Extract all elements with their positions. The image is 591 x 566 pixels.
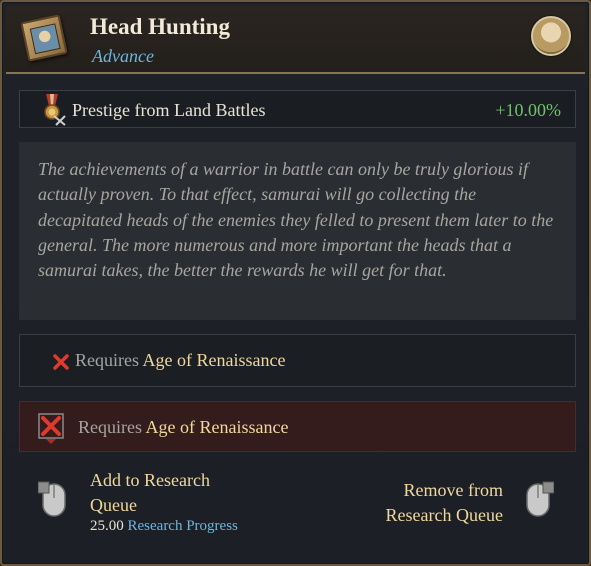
tech-subtitle: Advance xyxy=(92,46,154,66)
advisor-portrait-icon xyxy=(531,16,571,56)
requirement-text: Requires Age of Renaissance xyxy=(78,417,288,438)
requirement-text: Requires Age of Renaissance xyxy=(75,350,285,371)
add-to-queue-line1: Add to Research xyxy=(90,470,210,490)
tooltip-panel: Head Hunting Advance Prestige from Land … xyxy=(0,0,591,566)
x-mark-large-icon xyxy=(38,413,64,444)
remove-from-queue-action[interactable]: Remove from Research Queue xyxy=(386,478,503,528)
research-progress: 25.00 Research Progress xyxy=(90,518,238,535)
add-to-queue-line2: Queue xyxy=(90,495,137,515)
research-progress-label: Research Progress xyxy=(127,518,238,534)
medal-swords-icon xyxy=(44,94,66,126)
right-mouse-button-icon xyxy=(526,481,554,517)
tooltip-header: Head Hunting Advance xyxy=(6,6,585,74)
remove-from-queue-line1: Remove from xyxy=(403,480,503,500)
research-progress-value: 25.00 xyxy=(90,518,124,534)
requirement-prefix: Requires xyxy=(75,350,139,370)
description-text: The achievements of a warrior in battle … xyxy=(38,159,554,281)
requirement-row-highlighted: Requires Age of Renaissance xyxy=(19,401,576,452)
effect-row: Prestige from Land Battles +10.00% xyxy=(19,90,576,128)
x-mark-icon xyxy=(53,354,69,370)
effect-label: Prestige from Land Battles xyxy=(72,100,266,120)
scroll-portrait-icon xyxy=(20,14,68,62)
add-to-queue-action[interactable]: Add to Research Queue xyxy=(90,468,210,518)
left-mouse-button-icon xyxy=(38,481,66,517)
remove-from-queue-line2: Research Queue xyxy=(385,505,503,525)
requirement-prefix: Requires xyxy=(78,417,142,437)
effect-value: +10.00% xyxy=(495,100,561,120)
description-box: The achievements of a warrior in battle … xyxy=(19,142,576,320)
requirement-age: Age of Renaissance xyxy=(142,350,286,370)
requirement-age: Age of Renaissance xyxy=(145,417,289,437)
requirement-row: Requires Age of Renaissance xyxy=(19,334,576,387)
tech-title: Head Hunting xyxy=(90,14,230,39)
